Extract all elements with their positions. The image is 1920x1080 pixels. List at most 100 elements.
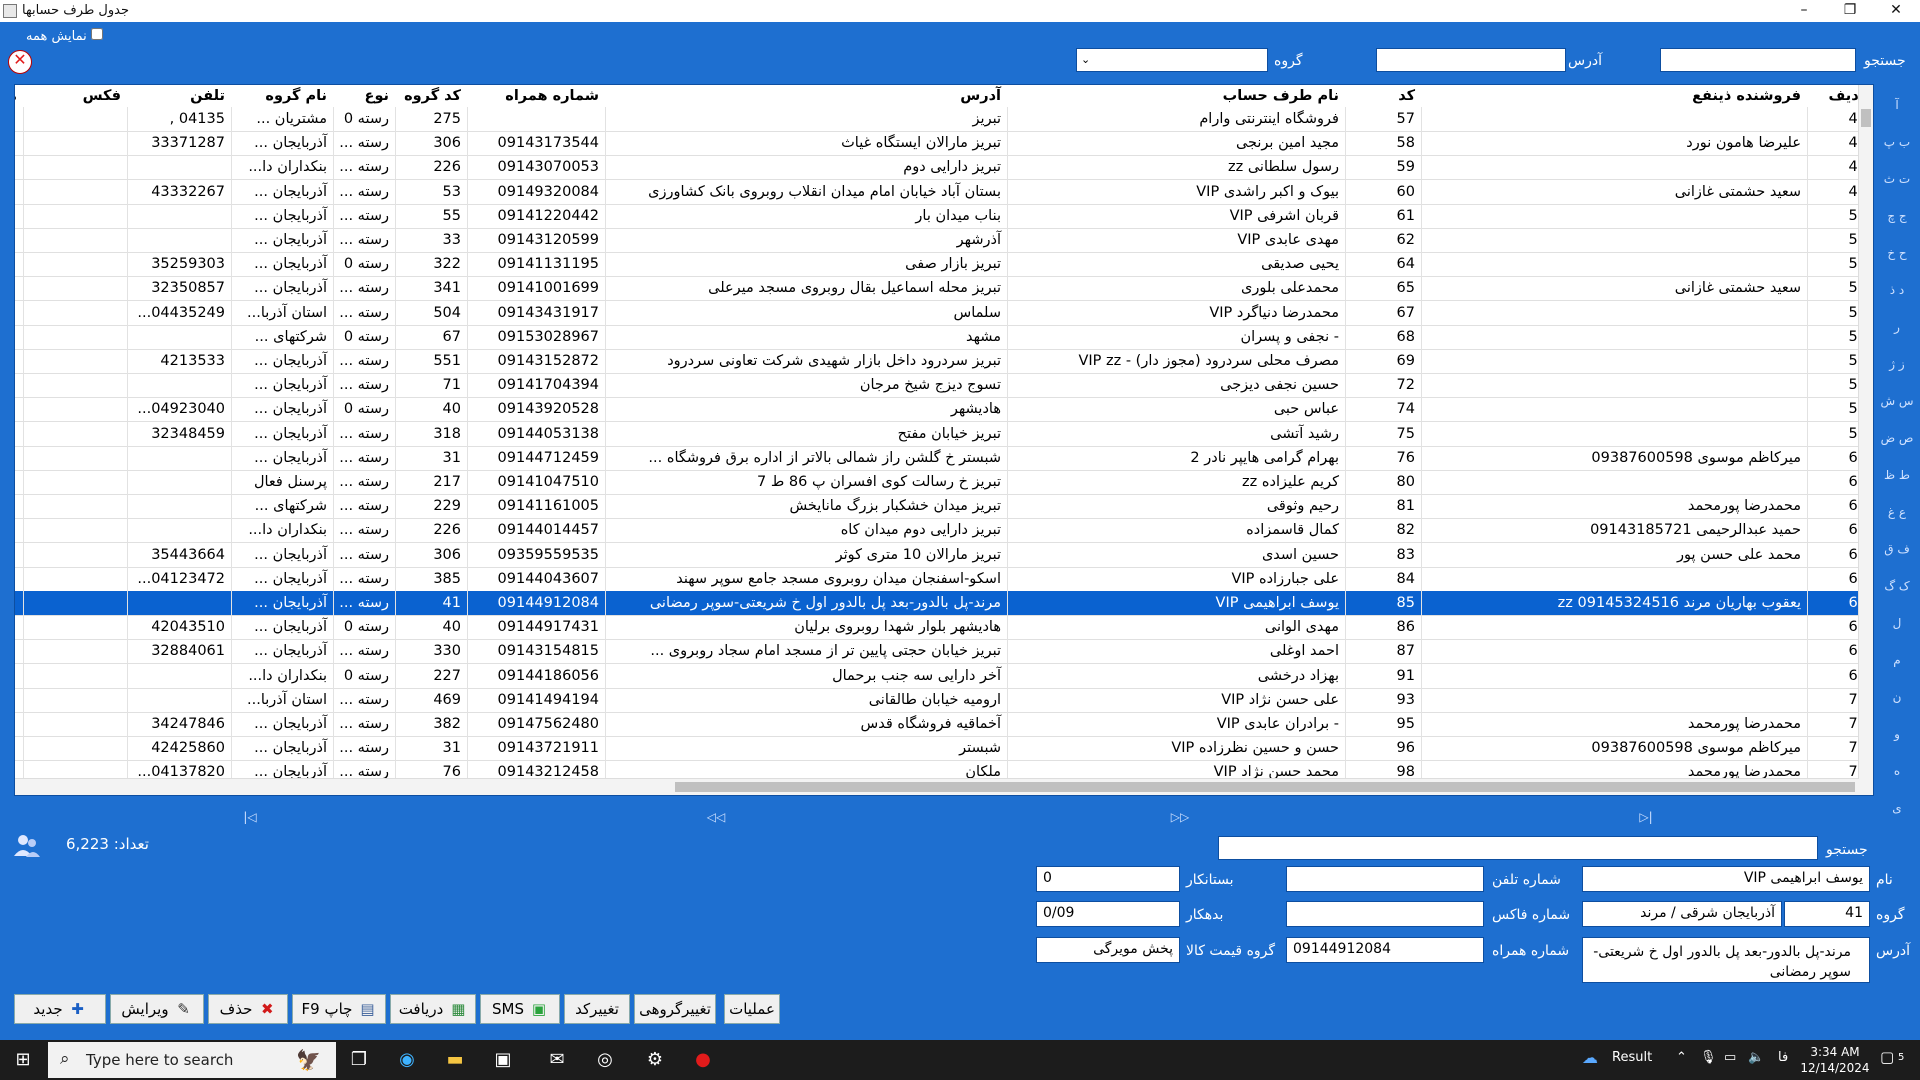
alpha-index-item[interactable]: ز ژ [1874, 357, 1920, 371]
header-col-type[interactable]: نوع [333, 85, 395, 107]
table-row[interactable]: 72میرکاظم موسوی 0938760059896حسن و حسین … [15, 736, 1873, 762]
group-select[interactable]: ⌄ [1076, 48, 1268, 72]
table-row[interactable]: 5162مهدی عابدی VIPآذرشهر0914312059933رست… [15, 228, 1873, 253]
alpha-index-item[interactable]: ع غ [1874, 505, 1920, 519]
table-row[interactable]: 6180کریم علیزاده zzتبریز خ رسالت کوی افس… [15, 470, 1873, 495]
table-row[interactable]: 60میرکاظم موسوی 0938760059876بهرام گرامی… [15, 445, 1873, 471]
phone-field[interactable] [1286, 866, 1484, 892]
alpha-index-item[interactable]: ص ض [1874, 431, 1920, 445]
name-field[interactable]: یوسف ابراهیمی VIP [1582, 866, 1870, 892]
network-icon[interactable]: ▭ [1724, 1050, 1736, 1065]
alpha-index-item[interactable]: ت ث [1874, 172, 1920, 186]
store-icon[interactable]: ▣ [490, 1048, 516, 1072]
fax-field[interactable] [1286, 901, 1484, 927]
table-row[interactable]: 62محمدرضا پورمحمد81رحیم وثوقیتبریز میدان… [15, 494, 1873, 520]
volume-icon[interactable]: 🔈 [1748, 1050, 1764, 1065]
close-filter-icon[interactable] [8, 50, 32, 74]
alpha-index-item[interactable]: آ [1874, 98, 1920, 112]
settings-icon[interactable]: ⚙ [642, 1048, 668, 1072]
notification-icon[interactable]: ▢ [1880, 1048, 1894, 1066]
table-row[interactable]: 47علیرضا هامون نورد58مجید امین برنجیتبری… [15, 131, 1873, 157]
table-row[interactable]: 71محمدرضا پورمحمد95- برادران عابدی VIPآخ… [15, 712, 1873, 737]
group-code-field[interactable]: 41 [1784, 901, 1870, 927]
table-row[interactable]: 6786مهدی الوانیهادیشهر بلوار شهدا روبروی… [15, 615, 1873, 641]
print-button[interactable]: ▤چاپ F9 [292, 994, 386, 1024]
alpha-index-item[interactable]: ی [1874, 801, 1920, 815]
alpha-index-item[interactable]: د ذ [1874, 283, 1920, 297]
alpha-index-item[interactable]: ل [1874, 616, 1920, 630]
alpha-index-item[interactable]: س ش [1874, 394, 1920, 408]
table-row[interactable]: 4859رسول سلطانی zzتبریز دارایی دوم091430… [15, 155, 1873, 181]
restore-icon[interactable]: ❐ [1830, 0, 1870, 22]
table-row[interactable]: 53سعید حشمتی غازانی65محمدعلی بلوریتبریز … [15, 276, 1873, 302]
table-row[interactable]: 6887احمد اوغلیتبریز خیابان حجتی پایین تر… [15, 639, 1873, 665]
table-row[interactable]: 64محمد علی حسن پور83حسین اسدیتبریز مارال… [15, 542, 1873, 568]
bottom-search-input[interactable] [1218, 836, 1818, 860]
header-col-group-name[interactable]: نام گروه [231, 85, 333, 107]
table-row[interactable]: 6584علی جبارزاده VIPاسکو-اسفنجان میدان ر… [15, 566, 1873, 592]
last-record-icon[interactable]: ▷| [1636, 808, 1656, 826]
show-all-checkbox-group[interactable]: نمایش همه [26, 28, 107, 44]
record-icon[interactable]: ● [690, 1048, 716, 1072]
table-row[interactable]: 63حمید عبدالرحیمی 0914318572182کمال قاسم… [15, 518, 1873, 544]
header-col-seller[interactable]: فروشنده ذینفع [1421, 85, 1807, 107]
accounts-grid[interactable]: ردیف فروشنده ذینفع کد نام طرف حساب آدرس شماره… [14, 84, 1874, 796]
tray-chevron-icon[interactable]: ⌃ [1676, 1050, 1687, 1065]
table-row[interactable]: 5669مصرف محلی سردرود (مجوز دار) - VIP zz… [15, 349, 1873, 374]
header-col-referrer[interactable]: معرف [15, 85, 23, 107]
table-row[interactable]: 5061قربان اشرفی VIPبناب میدان بار0914122… [15, 203, 1873, 229]
group-name-field[interactable]: آذربایجان شرقی / مرند [1582, 901, 1782, 927]
header-col-group-code[interactable]: کد گروه [395, 85, 467, 107]
receive-button[interactable]: ▦دریافت [390, 994, 476, 1024]
alpha-index-item[interactable]: م [1874, 653, 1920, 667]
table-row[interactable]: 66یعقوب بهاریان مرند 09145324516 zz85یوس… [15, 591, 1873, 616]
address-field[interactable]: مرند-پل بالدور-بعد پل بالدور اول خ شریعت… [1582, 937, 1870, 983]
header-col-fax[interactable]: فکس [23, 85, 127, 107]
next-record-icon[interactable]: ▷▷ [1170, 808, 1190, 826]
address-filter-input[interactable] [1376, 48, 1566, 72]
table-row[interactable]: 5874عباس حبیهادیشهر0914392052840رسته 0آذ… [15, 397, 1873, 423]
taskbar-search[interactable]: ⌕ Type here to search 🦅 [48, 1042, 336, 1078]
alpha-index-item[interactable]: ه [1874, 764, 1920, 778]
alpha-index-item[interactable]: ف ق [1874, 542, 1920, 556]
windows-start-icon[interactable]: ⊞ [10, 1048, 36, 1072]
task-view-icon[interactable]: ❐ [346, 1048, 372, 1072]
creditor-field[interactable]: 0 [1036, 866, 1180, 892]
table-row[interactable]: 5975رشید آتشیتبریز خیابان مفتح0914405313… [15, 421, 1873, 447]
change-code-button[interactable]: تغییرکد [564, 994, 630, 1024]
table-row[interactable]: 7093علی حسن نژاد VIPارومیه خیابان طالقان… [15, 687, 1873, 713]
header-col-address[interactable]: آدرس [605, 85, 1007, 107]
edit-button[interactable]: ✎ویرایش [110, 994, 204, 1024]
prev-record-icon[interactable]: ◁◁ [706, 808, 726, 826]
horizontal-scroll-thumb[interactable] [675, 782, 1855, 792]
alpha-index-item[interactable]: و [1874, 727, 1920, 741]
first-record-icon[interactable]: |◁ [240, 808, 260, 826]
file-explorer-icon[interactable]: ▬ [442, 1048, 468, 1072]
sms-button[interactable]: ▣SMS [480, 994, 560, 1024]
header-col-phone[interactable]: تلفن [127, 85, 231, 107]
alpha-index-item[interactable]: ن [1874, 690, 1920, 704]
table-row[interactable]: 5467محمدرضا دنیاگرد VIPسلماس091434319175… [15, 300, 1873, 326]
delete-button[interactable]: ✖حذف [208, 994, 288, 1024]
mobile-field[interactable]: 09144912084 [1286, 937, 1484, 963]
vertical-scrollbar[interactable] [1858, 85, 1873, 795]
table-row[interactable]: 5264یحیی صدیقیتبریز بازار صفی09141131195… [15, 252, 1873, 278]
alpha-index-item[interactable]: ر [1874, 320, 1920, 334]
taskbar-clock[interactable]: 3:34 AM 12/14/2024 [1800, 1044, 1870, 1076]
minimize-icon[interactable]: – [1784, 0, 1824, 22]
group-change-button[interactable]: تغییرگروهی [634, 994, 716, 1024]
close-window-icon[interactable]: ✕ [1876, 0, 1916, 22]
alpha-index-item[interactable]: ج چ [1874, 209, 1920, 223]
operations-button[interactable]: عملیات [724, 994, 780, 1024]
new-button[interactable]: ✚جدید [14, 994, 106, 1024]
language-indicator[interactable]: فا [1778, 1050, 1788, 1065]
header-col-code[interactable]: کد [1345, 85, 1421, 107]
horizontal-scrollbar[interactable] [15, 778, 1859, 795]
price-group-field[interactable]: پخش مویرگی [1036, 937, 1180, 963]
table-row[interactable]: 6991بهزاد درخشیآخر دارایی سه جنب برحمال0… [15, 663, 1873, 689]
alpha-index-item[interactable]: ح خ [1874, 246, 1920, 260]
header-col-account-name[interactable]: نام طرف حساب [1007, 85, 1345, 107]
search-input[interactable] [1660, 48, 1856, 72]
app-taskbar-icon[interactable]: ◎ [592, 1048, 618, 1072]
table-row[interactable]: 5772حسین نجفی دیزجیتسوج دیزج شیخ مرجان09… [15, 373, 1873, 399]
